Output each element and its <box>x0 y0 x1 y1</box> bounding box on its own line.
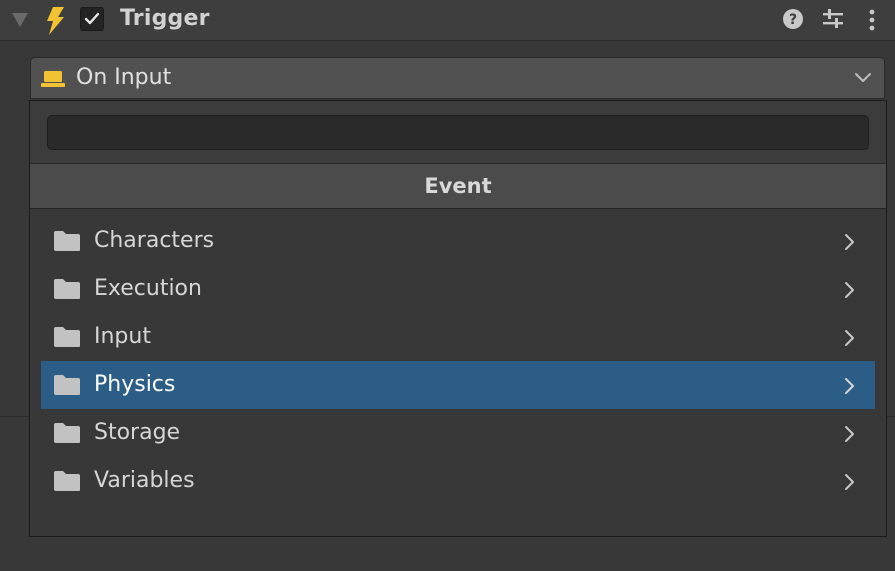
section-header: Event <box>30 164 886 209</box>
folder-icon <box>54 327 80 347</box>
list-item-storage[interactable]: Storage <box>41 409 875 457</box>
chevron-right-icon <box>845 426 854 442</box>
lightning-bolt-icon <box>47 7 64 35</box>
more-options-icon[interactable] <box>866 8 878 32</box>
folder-icon <box>54 423 80 443</box>
list-item-characters[interactable]: Characters <box>41 217 875 265</box>
chevron-right-icon <box>845 378 854 394</box>
list-item-execution[interactable]: Execution <box>41 265 875 313</box>
list-item-label: Variables <box>94 468 195 493</box>
panel-divider <box>886 416 895 417</box>
folder-icon <box>54 279 80 299</box>
component-header[interactable]: Trigger ? <box>0 0 895 41</box>
chevron-right-icon <box>845 234 854 250</box>
list-item-label: Execution <box>94 276 202 301</box>
svg-text:?: ? <box>789 12 797 28</box>
panel-divider <box>0 416 30 417</box>
event-dropdown-popup: Event Characters Execution Input Physics… <box>29 100 887 537</box>
settings-sliders-icon[interactable] <box>821 8 845 30</box>
chevron-down-icon[interactable] <box>854 71 872 83</box>
folder-icon <box>54 231 80 251</box>
search-area <box>30 101 886 164</box>
list-item-variables[interactable]: Variables <box>41 457 875 505</box>
search-input[interactable] <box>47 115 869 150</box>
list-item-label: Physics <box>94 372 176 397</box>
chevron-right-icon <box>845 330 854 346</box>
help-icon[interactable]: ? <box>782 8 804 30</box>
folder-icon <box>54 471 80 491</box>
category-list: Characters Execution Input Physics Stora… <box>41 217 875 505</box>
event-dropdown-field[interactable]: On Input <box>30 57 885 99</box>
list-item-label: Storage <box>94 420 181 445</box>
folder-icon <box>54 375 80 395</box>
component-title: Trigger <box>120 6 210 31</box>
chevron-right-icon <box>845 474 854 490</box>
selected-event-label: On Input <box>76 65 172 90</box>
chevron-right-icon <box>845 282 854 298</box>
list-item-label: Characters <box>94 228 215 253</box>
checkmark-icon <box>84 12 100 25</box>
input-device-icon <box>41 71 65 87</box>
list-item-physics[interactable]: Physics <box>41 361 875 409</box>
list-item-input[interactable]: Input <box>41 313 875 361</box>
list-item-label: Input <box>94 324 151 349</box>
foldout-arrow-icon[interactable] <box>12 13 28 27</box>
enabled-checkbox[interactable] <box>80 7 104 31</box>
